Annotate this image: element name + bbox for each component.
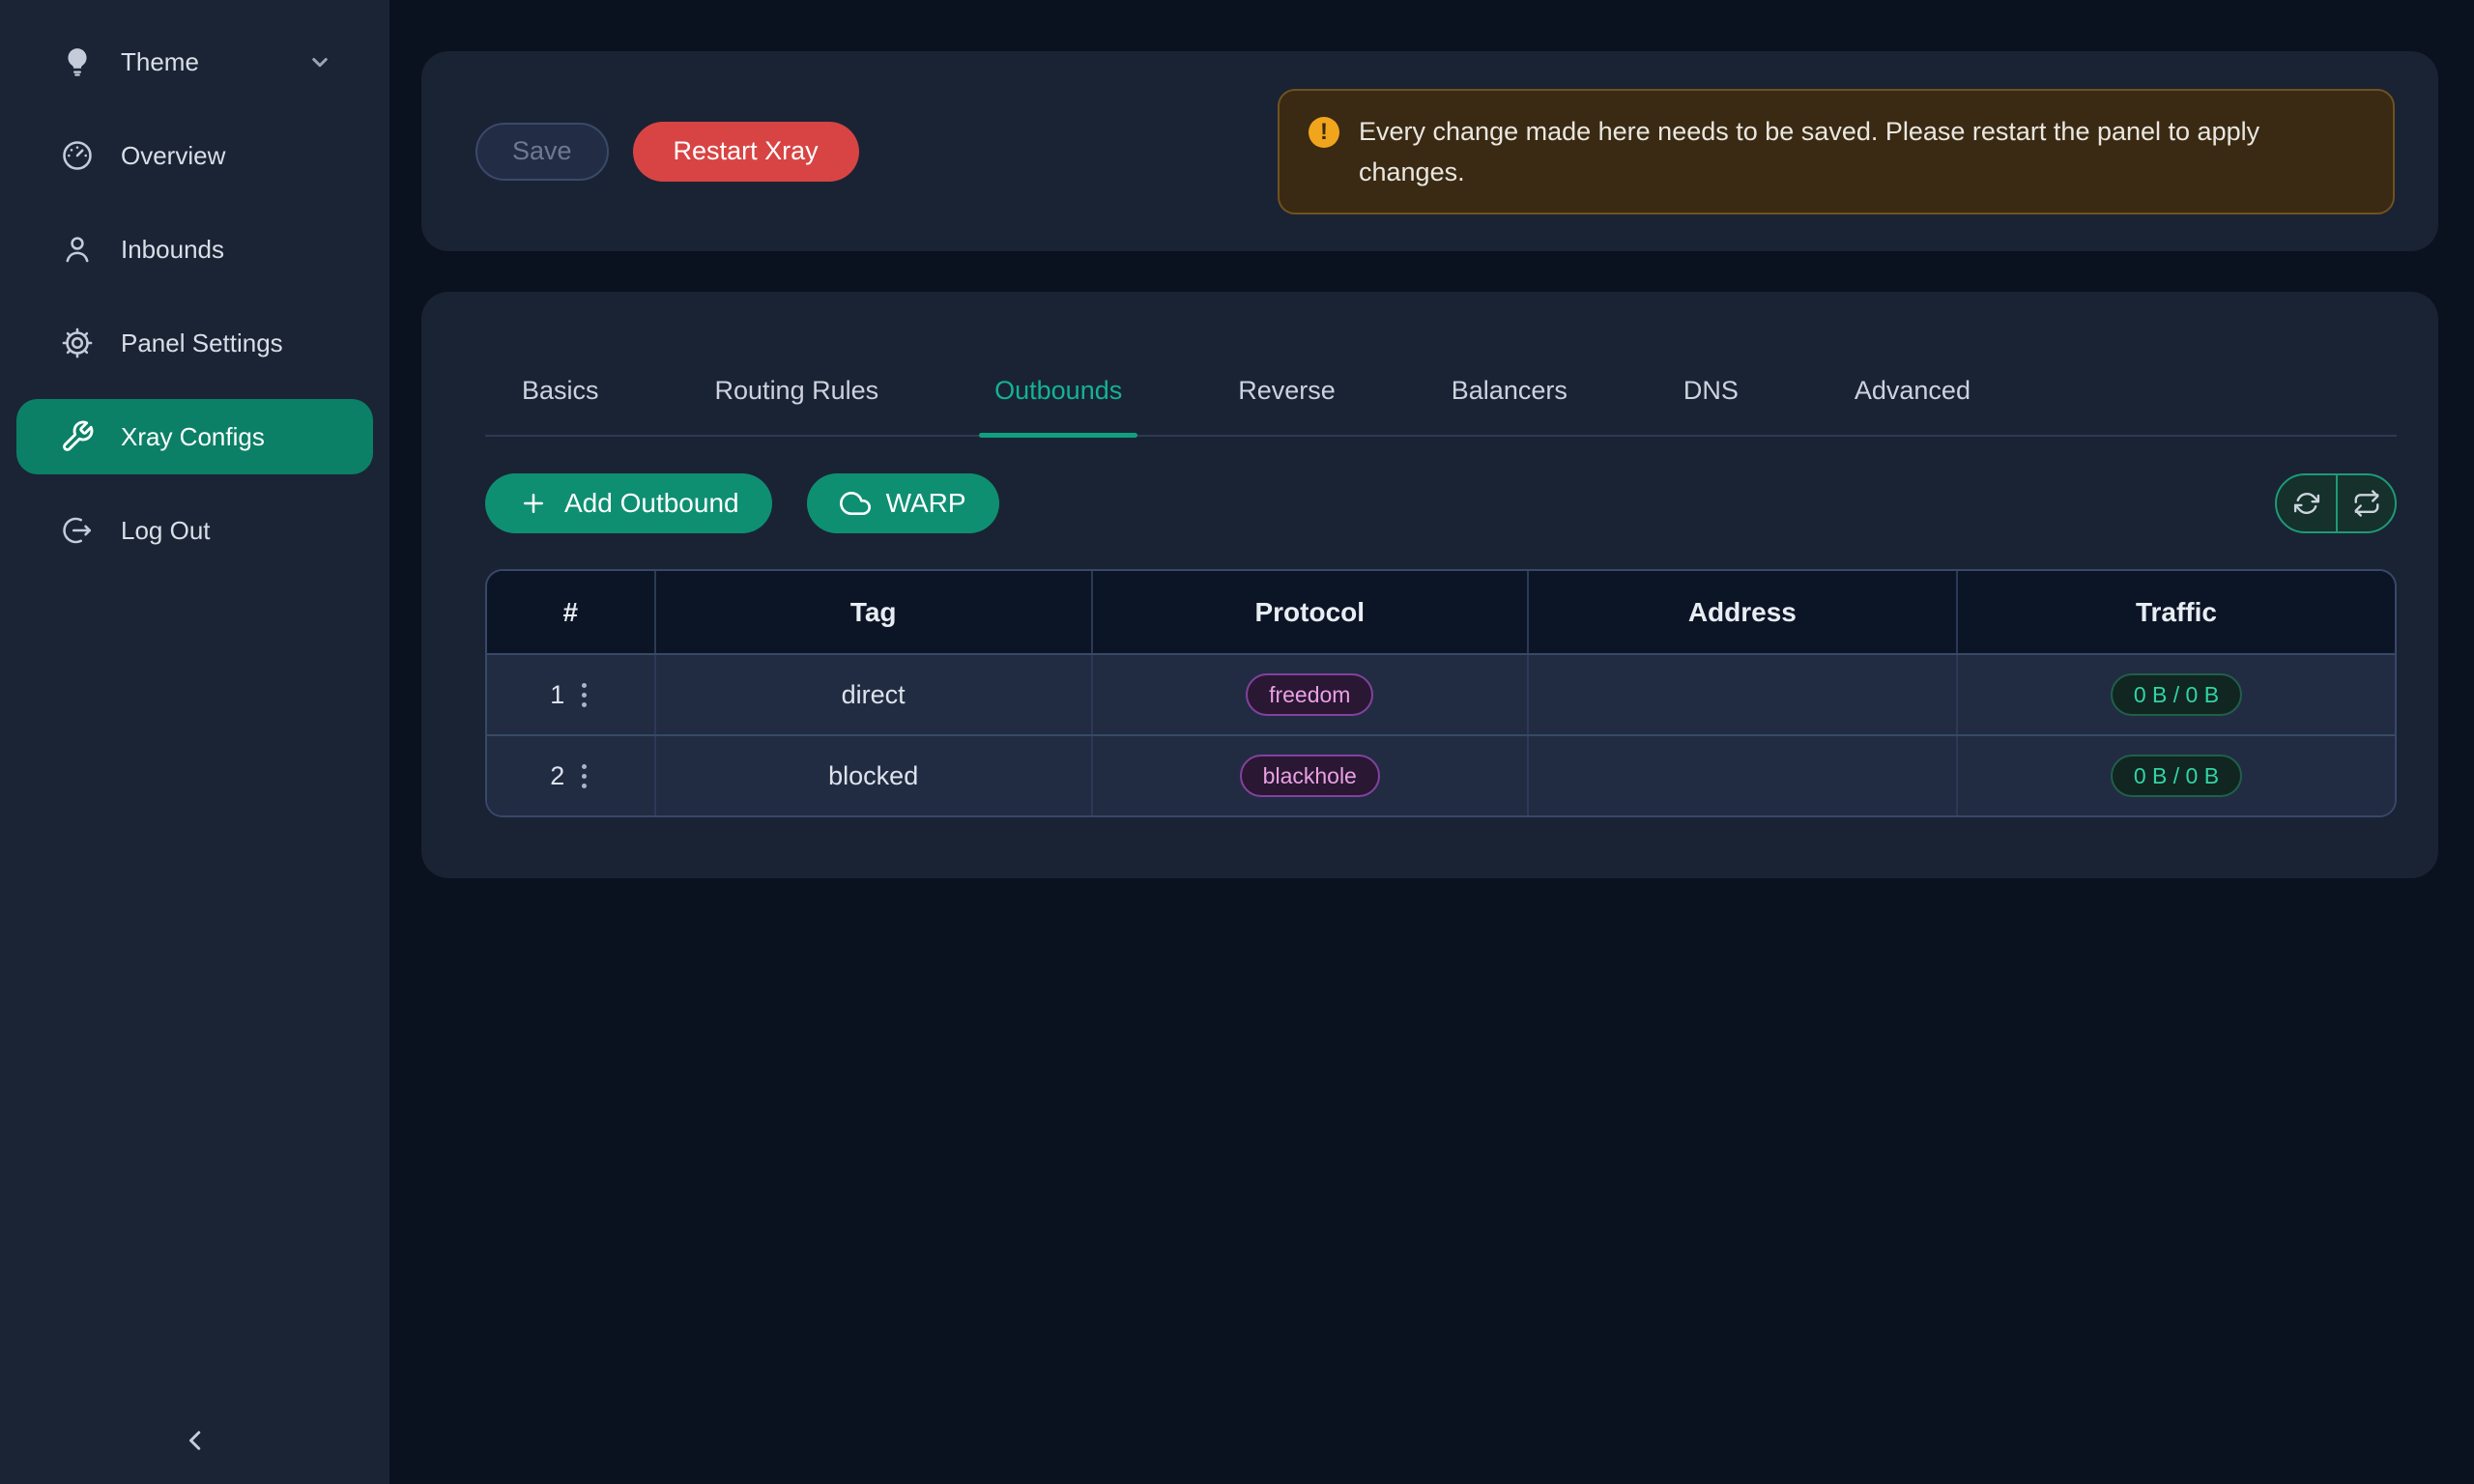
refresh-button-group (2275, 473, 2397, 533)
warning-icon: ! (1309, 117, 1339, 148)
gear-icon (60, 326, 95, 360)
app-root: Theme Overview (0, 0, 2474, 1484)
column-header-tag: Tag (656, 571, 1093, 653)
traffic-cell: 0 B / 0 B (1958, 655, 2395, 734)
row-number: 2 (550, 761, 564, 791)
sidebar-item-overview[interactable]: Overview (16, 118, 373, 193)
column-header-protocol: Protocol (1093, 571, 1529, 653)
protocol-cell: blackhole (1093, 736, 1529, 815)
outbounds-table: # Tag Protocol Address Traffic 1 direct (485, 569, 2397, 817)
config-tabbar: Basics Routing Rules Outbounds Reverse B… (485, 346, 2397, 437)
tab-dns[interactable]: DNS (1668, 345, 1754, 436)
traffic-badge: 0 B / 0 B (2111, 673, 2242, 716)
theme-label: Theme (121, 47, 199, 77)
reload-config-button[interactable] (2336, 475, 2395, 531)
table-row: 2 blocked blackhole 0 B / 0 B (487, 734, 2395, 815)
logout-icon (60, 513, 95, 548)
row-menu-icon[interactable] (578, 679, 590, 711)
sidebar-item-label: Panel Settings (121, 328, 283, 358)
plus-icon (518, 488, 549, 519)
address-cell (1529, 655, 1958, 734)
theme-selector[interactable]: Theme (16, 24, 373, 100)
alert-text: Every change made here needs to be saved… (1359, 111, 2364, 192)
tab-advanced[interactable]: Advanced (1839, 345, 1986, 436)
lightbulb-icon (60, 44, 95, 79)
tag-cell: direct (656, 655, 1093, 734)
main-content: Save Restart Xray ! Every change made he… (389, 0, 2474, 1484)
sidebar-item-label: Overview (121, 141, 225, 171)
sidebar: Theme Overview (0, 0, 389, 1484)
warp-label: WARP (886, 488, 966, 519)
repeat-icon (2352, 489, 2381, 518)
protocol-badge: blackhole (1240, 755, 1380, 797)
sidebar-item-xray-configs[interactable]: Xray Configs (16, 399, 373, 474)
sidebar-item-label: Log Out (121, 516, 211, 546)
chevron-down-icon (305, 47, 334, 76)
tab-routing-rules[interactable]: Routing Rules (700, 345, 895, 436)
row-menu-icon[interactable] (578, 760, 590, 792)
warp-button[interactable]: WARP (807, 473, 999, 533)
column-header-address: Address (1529, 571, 1958, 653)
column-header-index: # (487, 571, 656, 653)
add-outbound-label: Add Outbound (564, 488, 739, 519)
refresh-button[interactable] (2277, 475, 2336, 531)
row-index-cell: 2 (487, 736, 656, 815)
add-outbound-button[interactable]: Add Outbound (485, 473, 772, 533)
cloud-icon (840, 488, 871, 519)
sidebar-item-label: Xray Configs (121, 422, 265, 452)
sidebar-item-inbounds[interactable]: Inbounds (16, 212, 373, 287)
sidebar-collapse-button[interactable] (161, 1407, 229, 1474)
table-row: 1 direct freedom 0 B / 0 B (487, 653, 2395, 734)
wrench-icon (60, 419, 95, 454)
table-header-row: # Tag Protocol Address Traffic (487, 571, 2395, 653)
protocol-cell: freedom (1093, 655, 1529, 734)
sidebar-item-log-out[interactable]: Log Out (16, 493, 373, 568)
sidebar-item-panel-settings[interactable]: Panel Settings (16, 305, 373, 381)
row-number: 1 (550, 680, 564, 710)
refresh-icon (2292, 489, 2321, 518)
xray-config-card: Basics Routing Rules Outbounds Reverse B… (421, 292, 2438, 878)
traffic-badge: 0 B / 0 B (2111, 755, 2242, 797)
tag-cell: blocked (656, 736, 1093, 815)
address-cell (1529, 736, 1958, 815)
column-header-traffic: Traffic (1958, 571, 2395, 653)
save-button[interactable]: Save (475, 123, 609, 181)
tab-basics[interactable]: Basics (506, 345, 615, 436)
sidebar-item-label: Inbounds (121, 235, 224, 265)
restart-xray-button[interactable]: Restart Xray (633, 122, 859, 182)
chevron-left-icon (178, 1423, 213, 1458)
restart-warning-alert: ! Every change made here needs to be sav… (1278, 89, 2395, 214)
gauge-icon (60, 138, 95, 173)
outbounds-toolbar: Add Outbound WARP (485, 473, 2397, 533)
tab-outbounds[interactable]: Outbounds (979, 345, 1137, 436)
row-index-cell: 1 (487, 655, 656, 734)
protocol-badge: freedom (1246, 673, 1373, 716)
actions-card: Save Restart Xray ! Every change made he… (421, 51, 2438, 251)
user-icon (60, 232, 95, 267)
tab-reverse[interactable]: Reverse (1223, 345, 1351, 436)
tab-balancers[interactable]: Balancers (1436, 345, 1583, 436)
traffic-cell: 0 B / 0 B (1958, 736, 2395, 815)
